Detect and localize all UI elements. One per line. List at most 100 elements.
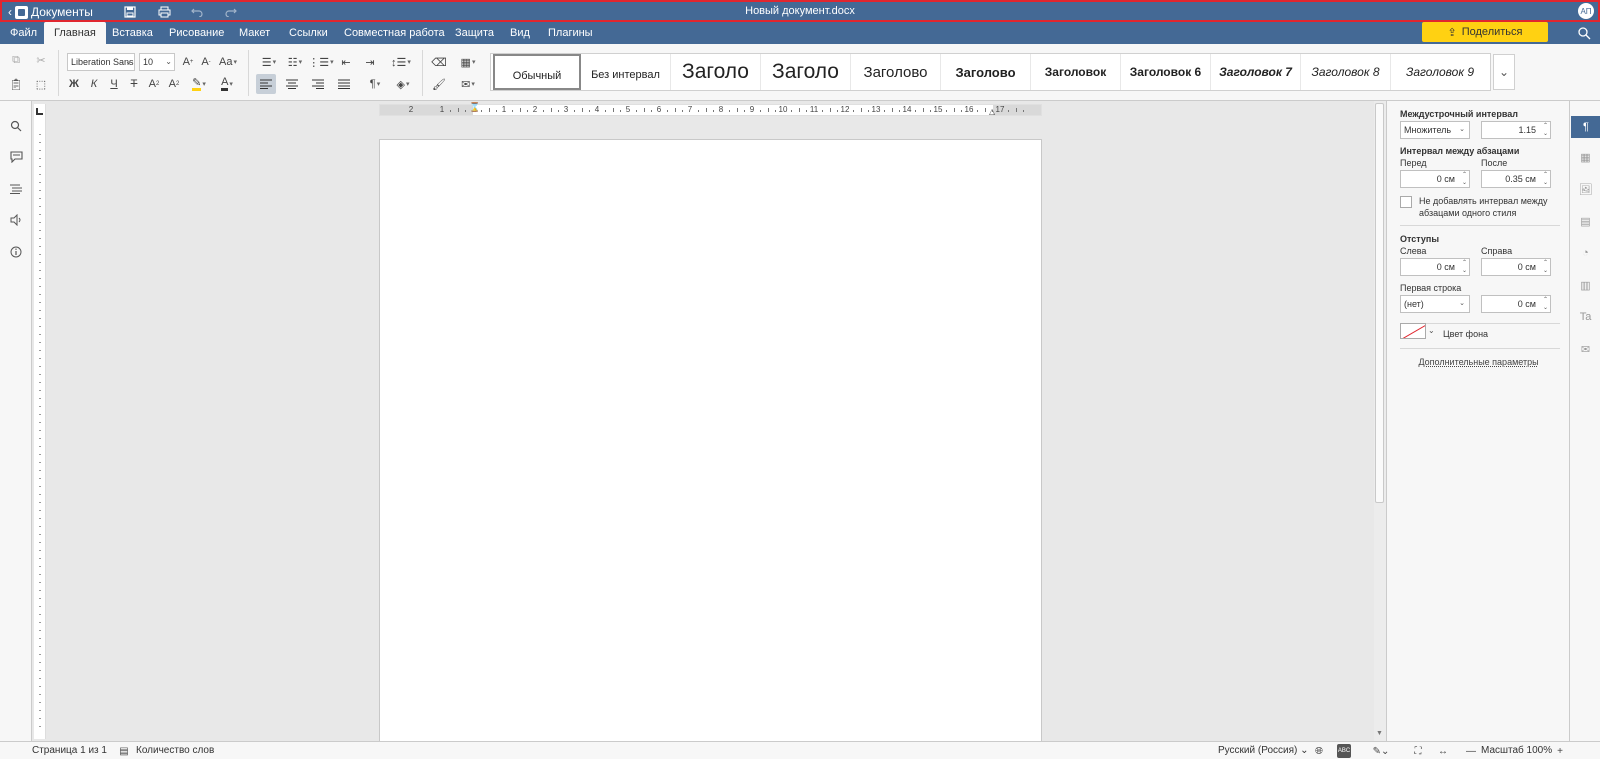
chevron-down-icon[interactable]: ⌄: [1428, 326, 1435, 335]
globe-icon[interactable]: 🌐︎: [1312, 744, 1326, 758]
cut-icon[interactable]: ✂: [31, 50, 51, 70]
tab-protection[interactable]: Защита: [445, 22, 504, 44]
style-heading-4[interactable]: Заголово: [941, 54, 1031, 90]
font-size-select[interactable]: 10 ⌄: [139, 53, 175, 71]
styles-expand-button[interactable]: ⌄: [1493, 54, 1515, 90]
language-select[interactable]: Русский (Россия) ⌄: [1218, 745, 1309, 756]
numbered-list-icon[interactable]: ☷ ▾: [282, 52, 308, 72]
tab-stop-selector[interactable]: [36, 108, 43, 115]
no-add-interval-checkbox[interactable]: [1400, 196, 1412, 208]
justify-icon[interactable]: [334, 74, 354, 94]
shape-settings-icon[interactable]: ◔: [1577, 245, 1594, 261]
paragraph-settings-icon[interactable]: ¶: [1571, 116, 1600, 138]
underline-icon[interactable]: Ч: [104, 74, 124, 94]
scroll-down-icon[interactable]: ▼: [1376, 730, 1383, 737]
shading-icon[interactable]: ◈ ▾: [390, 74, 416, 94]
spinner-icon[interactable]: ⌃ ⌄: [1543, 171, 1548, 187]
style-heading-8[interactable]: Заголовок 8: [1301, 54, 1391, 90]
zoom-in-icon[interactable]: +: [1553, 744, 1567, 758]
tab-plugins[interactable]: Плагины: [538, 22, 603, 44]
mail-merge-settings-icon[interactable]: ✉: [1577, 341, 1594, 357]
style-heading-9[interactable]: Заголовок 9: [1391, 54, 1489, 90]
spacing-after-input[interactable]: 0.35 см ⌃ ⌄: [1481, 170, 1551, 188]
right-indent-input[interactable]: 0 см ⌃ ⌄: [1481, 258, 1551, 276]
search-icon[interactable]: [1577, 26, 1591, 40]
subscript-icon[interactable]: A2: [164, 74, 184, 94]
style-heading-3[interactable]: Заголово: [851, 54, 941, 90]
spinner-icon[interactable]: ⌃ ⌄: [1543, 259, 1548, 275]
decrease-font-icon[interactable]: A-: [196, 52, 216, 72]
strikethrough-icon[interactable]: Т: [124, 74, 144, 94]
style-heading-5[interactable]: Заголовок: [1031, 54, 1121, 90]
tab-draw[interactable]: Рисование: [159, 22, 234, 44]
bold-icon[interactable]: Ж: [64, 74, 84, 94]
first-line-mode-select[interactable]: (нет) ⌄: [1400, 295, 1470, 313]
fit-page-icon[interactable]: ⛶: [1411, 744, 1425, 758]
tab-file[interactable]: Файл: [0, 22, 47, 44]
spinner-icon[interactable]: ⌃ ⌄: [1543, 122, 1548, 138]
horizontal-ruler[interactable]: ⌛ △ 211234567891011121314151617: [379, 103, 1042, 116]
increase-indent-icon[interactable]: ⇥: [360, 52, 380, 72]
style-no-spacing[interactable]: Без интервал: [581, 54, 671, 90]
scrollbar-thumb[interactable]: [1375, 103, 1384, 503]
share-button[interactable]: ⇪ Поделиться: [1422, 22, 1548, 42]
align-center-icon[interactable]: [282, 74, 302, 94]
tab-view[interactable]: Вид: [500, 22, 540, 44]
tab-collaboration[interactable]: Совместная работа: [334, 22, 455, 44]
tab-references[interactable]: Ссылки: [279, 22, 338, 44]
user-avatar[interactable]: АП: [1578, 3, 1594, 19]
align-left-icon[interactable]: [256, 74, 276, 94]
comments-icon[interactable]: [8, 149, 24, 165]
decrease-indent-icon[interactable]: ⇤: [336, 52, 356, 72]
first-line-indent-marker[interactable]: ⌛: [469, 103, 480, 112]
spacing-before-input[interactable]: 0 см ⌃ ⌄: [1400, 170, 1470, 188]
select-all-icon[interactable]: ⬚: [31, 74, 51, 94]
change-case-icon[interactable]: Aa ▾: [216, 52, 240, 72]
word-count-label[interactable]: Количество слов: [136, 745, 214, 756]
header-footer-icon[interactable]: ▤: [1577, 213, 1594, 229]
fit-width-icon[interactable]: ↔: [1436, 744, 1450, 758]
tab-layout[interactable]: Макет: [229, 22, 280, 44]
highlight-color-icon[interactable]: ✎ ▾: [186, 74, 212, 94]
zoom-out-icon[interactable]: —: [1464, 744, 1478, 758]
copy-style-icon[interactable]: 🖌︎: [429, 74, 449, 94]
style-heading-1[interactable]: Заголо: [671, 54, 761, 90]
style-heading-7[interactable]: Заголовок 7: [1211, 54, 1301, 90]
page-info[interactable]: Страница 1 из 1: [32, 745, 107, 756]
table-settings-icon[interactable]: ▦: [1577, 149, 1594, 165]
italic-icon[interactable]: К: [84, 74, 104, 94]
style-normal[interactable]: Обычный: [493, 54, 581, 90]
spinner-icon[interactable]: ⌃ ⌄: [1543, 296, 1548, 312]
clear-style-icon[interactable]: ⌫: [429, 52, 449, 72]
paragraph-marks-icon[interactable]: ¶ ▾: [362, 74, 388, 94]
spinner-icon[interactable]: ⌃ ⌄: [1462, 171, 1467, 187]
line-spacing-icon[interactable]: ↕☰ ▾: [388, 52, 414, 72]
font-name-select[interactable]: Liberation Sans ⌄: [67, 53, 135, 71]
mail-merge-icon[interactable]: ✉ ▾: [455, 74, 481, 94]
first-line-value-input[interactable]: 0 см ⌃ ⌄: [1481, 295, 1551, 313]
image-settings-icon[interactable]: 🖼︎: [1577, 181, 1594, 197]
copy-icon[interactable]: ⧉: [6, 50, 26, 70]
paste-icon[interactable]: 📋︎: [6, 74, 26, 94]
chart-settings-icon[interactable]: ▥: [1577, 277, 1594, 293]
background-color-swatch[interactable]: [1400, 323, 1426, 339]
color-scheme-icon[interactable]: ▦ ▾: [455, 52, 481, 72]
line-spacing-value-input[interactable]: 1.15 ⌃ ⌄: [1481, 121, 1551, 139]
document-page[interactable]: [379, 139, 1042, 743]
vertical-ruler[interactable]: [34, 104, 46, 739]
increase-font-icon[interactable]: A +: [178, 52, 198, 72]
text-art-icon[interactable]: Ta: [1577, 309, 1594, 325]
multilevel-list-icon[interactable]: ⋮☰ ▾: [308, 52, 334, 72]
info-icon[interactable]: [8, 244, 24, 260]
font-color-icon[interactable]: A ▾: [214, 74, 240, 94]
navigation-icon[interactable]: [8, 181, 24, 197]
vertical-scrollbar[interactable]: ▼: [1374, 101, 1386, 741]
tab-home[interactable]: Главная: [44, 22, 106, 44]
search-icon[interactable]: [8, 118, 24, 134]
tab-insert[interactable]: Вставка: [102, 22, 163, 44]
spellcheck-icon[interactable]: ABC: [1337, 744, 1351, 758]
spinner-icon[interactable]: ⌃ ⌄: [1462, 259, 1467, 275]
align-right-icon[interactable]: [308, 74, 328, 94]
bullet-list-icon[interactable]: ☰ ▾: [256, 52, 282, 72]
superscript-icon[interactable]: A2: [144, 74, 164, 94]
